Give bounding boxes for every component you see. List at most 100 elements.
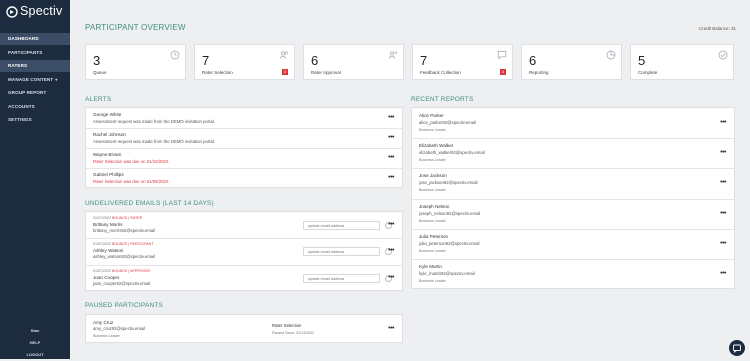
bounce-info: 01/07/2022 BOUNCE | APPROVER (93, 269, 150, 273)
undelivered-item: 01/07/2022 BOUNCE | RATER Brittany Morri… (86, 212, 402, 239)
more-options-icon[interactable]: ••• (388, 134, 394, 141)
chat-widget-button[interactable] (729, 340, 745, 356)
credit-balance: Credit Balance: 31 (698, 26, 736, 31)
sidebar-item-participants[interactable]: PARTICIPANTS (0, 47, 70, 59)
undelivered-item: 01/07/2022 BOUNCE | APPROVER Joan Cooper… (86, 265, 402, 291)
more-options-icon[interactable]: ••• (388, 325, 394, 332)
update-email-input[interactable] (303, 221, 380, 230)
card-label: Reporting (529, 70, 549, 75)
card-value: 7 (202, 53, 210, 68)
more-options-icon[interactable]: ••• (388, 274, 394, 281)
help-link[interactable]: HELP (0, 340, 70, 345)
more-options-icon[interactable]: ••• (720, 149, 726, 156)
participant-name: Amy Cruz (93, 320, 114, 325)
more-options-icon[interactable]: ••• (720, 210, 726, 217)
more-options-icon[interactable]: ••• (720, 179, 726, 186)
more-options-icon[interactable]: ••• (388, 247, 394, 254)
bounce-date: 01/07/2022 (93, 216, 111, 220)
check-circle-icon (718, 50, 728, 60)
paused-since: Paused Since: 01/13/2022 (272, 331, 315, 335)
sidebar-item-label: DASHBOARD (8, 36, 39, 41)
logout-link[interactable]: LOGOUT (0, 352, 70, 357)
report-item[interactable]: Julia Peterson julia_peterson92@spectiv.… (412, 229, 734, 260)
bounce-date: 01/07/2022 (93, 242, 111, 246)
report-role: Business Leader (419, 219, 446, 223)
more-options-icon[interactable]: ••• (720, 119, 726, 126)
sidebar-item-group-report[interactable]: GROUP REPORT (0, 87, 70, 99)
bounce-date: 01/07/2022 (93, 269, 111, 273)
bounce-info: 01/07/2022 BOUNCE | RATER (93, 216, 142, 220)
report-item[interactable]: Alice Parker alice_parker92@spectiv.emai… (412, 108, 734, 139)
reports-panel: Alice Parker alice_parker92@spectiv.emai… (411, 107, 735, 289)
card-rater-selection[interactable]: 7 Rater Selection 3 (194, 44, 295, 80)
chat-icon (497, 51, 507, 60)
sidebar-item-label: SETTINGS (8, 117, 32, 122)
card-rater-approval[interactable]: 6 Rater Approval (303, 44, 404, 80)
more-options-icon[interactable]: ••• (388, 174, 394, 181)
recipient-name: Ashley Watson (93, 248, 124, 253)
recipient-email: brittany_morris92@spectiv.email (93, 228, 156, 233)
card-label: Rater Selection (202, 70, 233, 75)
alert-message: Assessment request was made from the DEM… (93, 119, 216, 124)
sidebar: Spectiv DASHBOARD PARTICIPANTS RATERS MA… (0, 0, 70, 359)
bounce-info: 01/07/2022 BOUNCE | PARTICIPANT (93, 242, 153, 246)
sidebar-item-label: PARTICIPANTS (8, 49, 43, 55)
paused-panel: Amy Cruz amy_cruz92@spectiv.email Busine… (85, 314, 403, 343)
message-icon (733, 344, 741, 354)
paused-stage: Rater Selection (272, 323, 302, 328)
pie-chart-icon (606, 50, 616, 60)
report-item[interactable]: Jose Jackson jose_jackson92@spectiv.emai… (412, 168, 734, 200)
sidebar-item-label: GROUP REPORT (8, 90, 47, 95)
alert-item[interactable]: George White Assessment request was made… (86, 108, 402, 129)
undelivered-title: UNDELIVERED EMAILS (LAST 14 DAYS) (85, 200, 214, 207)
sidebar-item-label: MANAGE CONTENT (8, 76, 54, 82)
alert-name: Wayne Brown (93, 152, 122, 157)
report-role: Business Leader (419, 128, 446, 132)
card-queue[interactable]: 3 Queue (85, 44, 186, 80)
alert-item[interactable]: Gabriel Phillips Rater Selection was due… (86, 168, 402, 188)
update-email-input[interactable] (303, 247, 380, 256)
report-email: jose_jackson92@spectiv.email (419, 180, 478, 185)
sidebar-item-manage-content[interactable]: MANAGE CONTENT ▾ (0, 74, 70, 86)
alert-name: George White (93, 112, 122, 117)
alerts-title: ALERTS (85, 96, 112, 103)
recipient-name: Brittany Morris (93, 222, 123, 227)
more-options-icon[interactable]: ••• (388, 154, 394, 161)
report-name: Joseph Nelson (419, 204, 450, 209)
report-name: Elizabeth Walker (419, 143, 454, 148)
recipient-email: ashley_watson92@spectiv.email (93, 254, 156, 259)
user-name[interactable]: Stan (0, 328, 70, 333)
main-content: PARTICIPANT OVERVIEW Credit Balance: 31 … (70, 0, 750, 359)
card-label: Rater Approval (311, 70, 341, 75)
chevron-down-icon: ▾ (55, 76, 58, 82)
more-options-icon[interactable]: ••• (720, 270, 726, 277)
bounce-status: BOUNCE | RATER (112, 216, 143, 220)
alert-item[interactable]: Rachel Johnson Assessment request was ma… (86, 128, 402, 149)
sidebar-item-raters[interactable]: RATERS (0, 60, 70, 72)
alert-item[interactable]: Wayne Brown Rater Selection was due on 0… (86, 148, 402, 169)
sidebar-item-dashboard[interactable]: DASHBOARD (0, 33, 70, 45)
sidebar-item-accounts[interactable]: ACCOUNTS (0, 101, 70, 113)
paused-item[interactable]: Amy Cruz amy_cruz92@spectiv.email Busine… (86, 315, 402, 343)
report-item[interactable]: Joseph Nelson joseph_nelson92@spectiv.em… (412, 199, 734, 230)
user-add-icon (388, 51, 398, 59)
update-email-input[interactable] (303, 274, 380, 283)
more-options-icon[interactable]: ••• (388, 221, 394, 228)
sidebar-item-settings[interactable]: SETTINGS (0, 114, 70, 126)
report-email: kyle_martin92@spectiv.email (419, 271, 475, 276)
report-name: Julia Peterson (419, 234, 449, 239)
report-item[interactable]: Elizabeth Walker elizabeth_walker92@spec… (412, 138, 734, 169)
logo-text: Spectiv (20, 4, 63, 18)
recipient-email: joan_cooper92@spectiv.email (93, 281, 151, 286)
logo[interactable]: Spectiv (6, 4, 66, 20)
card-label: Complete (638, 70, 658, 75)
undelivered-panel: 01/07/2022 BOUNCE | RATER Brittany Morri… (85, 211, 403, 291)
alert-badge: 3 (282, 69, 288, 75)
card-reporting[interactable]: 6 Reporting (521, 44, 622, 80)
report-item[interactable]: Kyle Martin kyle_martin92@spectiv.email … (412, 259, 734, 289)
more-options-icon[interactable]: ••• (388, 114, 394, 121)
clock-icon (170, 50, 180, 60)
card-feedback-collection[interactable]: 7 Feedback Collection 4 (412, 44, 513, 80)
card-complete[interactable]: 5 Complete (630, 44, 734, 80)
more-options-icon[interactable]: ••• (720, 240, 726, 247)
